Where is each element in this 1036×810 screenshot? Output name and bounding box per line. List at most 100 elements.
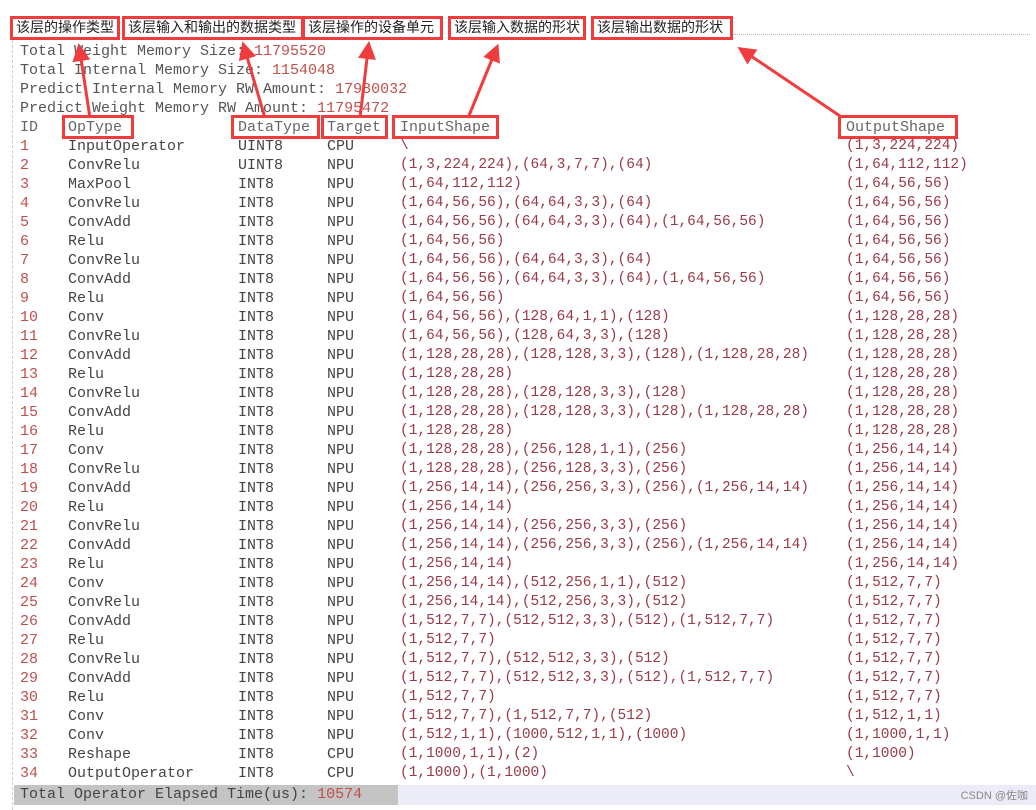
data-type: UINT8 bbox=[238, 138, 284, 155]
table-row: 31 Conv INT8 NPU (1,512,7,7),(1,512,7,7),(51… bbox=[0, 707, 1036, 726]
target: NPU bbox=[327, 461, 355, 478]
target: NPU bbox=[327, 366, 355, 383]
highlight-outputshape bbox=[838, 115, 958, 139]
data-type: INT8 bbox=[238, 480, 275, 497]
target: NPU bbox=[327, 670, 355, 687]
op-id: 18 bbox=[20, 461, 39, 478]
input-shape: (1,512,7,7),(512,512,3,3),(512),(1,512,7… bbox=[400, 670, 775, 686]
output-shape: (1,128,28,28) bbox=[846, 385, 960, 401]
op-id: 7 bbox=[20, 252, 30, 269]
table-row: 3 MaxPool INT8 NPU (1,64,112,112) (1,64,56,56… bbox=[0, 175, 1036, 194]
table-row: 4 ConvRelu INT8 NPU (1,64,56,56),(64,64,3,3)… bbox=[0, 194, 1036, 213]
input-shape: (1,512,7,7) bbox=[400, 689, 496, 705]
table-row: 25 ConvRelu INT8 NPU (1,256,14,14),(512,256,… bbox=[0, 593, 1036, 612]
input-shape: (1,256,14,14) bbox=[400, 556, 514, 572]
table-row: 2 ConvRelu UINT8 NPU (1,3,224,224),(64,3,7,7… bbox=[0, 156, 1036, 175]
op-type: Conv bbox=[68, 727, 105, 744]
op-type: ConvRelu bbox=[68, 252, 141, 269]
table-row: 7 ConvRelu INT8 NPU (1,64,56,56),(64,64,3,3)… bbox=[0, 251, 1036, 270]
data-type: INT8 bbox=[238, 765, 275, 782]
table-row: 16 Relu INT8 NPU (1,128,28,28) (1,128,28,28) bbox=[0, 422, 1036, 441]
output-shape: (1,256,14,14) bbox=[846, 499, 960, 515]
input-shape: (1,64,112,112) bbox=[400, 176, 522, 192]
output-shape: (1,128,28,28) bbox=[846, 404, 960, 420]
op-type: ConvRelu bbox=[68, 461, 141, 478]
op-id: 17 bbox=[20, 442, 39, 459]
op-id: 23 bbox=[20, 556, 39, 573]
output-shape: (1,256,14,14) bbox=[846, 518, 960, 534]
op-id: 26 bbox=[20, 613, 39, 630]
highlight-datatype bbox=[231, 115, 320, 139]
watermark: CSDN @佐咖 bbox=[960, 790, 1028, 802]
output-shape: (1,128,28,28) bbox=[846, 347, 960, 363]
data-type: INT8 bbox=[238, 632, 275, 649]
annotation-datatype: 该层输入和输出的数据类型 bbox=[122, 16, 304, 40]
input-shape: (1,128,28,28),(128,128,3,3),(128),(1,128… bbox=[400, 347, 809, 363]
op-id: 9 bbox=[20, 290, 30, 307]
data-type: INT8 bbox=[238, 366, 275, 383]
data-type: INT8 bbox=[238, 708, 275, 725]
target: NPU bbox=[327, 309, 355, 326]
op-id: 29 bbox=[20, 670, 39, 687]
table-row: 18 ConvRelu INT8 NPU (1,128,28,28),(256,128,… bbox=[0, 460, 1036, 479]
op-type: Relu bbox=[68, 423, 105, 440]
op-type: Relu bbox=[68, 689, 105, 706]
input-shape: (1,128,28,28) bbox=[400, 423, 514, 439]
output-shape: (1,64,56,56) bbox=[846, 214, 951, 230]
summary-weight-size: Total Weight Memory Size: 11795520 bbox=[20, 43, 327, 60]
data-type: INT8 bbox=[238, 404, 275, 421]
input-shape: (1,1000),(1,1000) bbox=[400, 765, 548, 781]
table-row: 26 ConvAdd INT8 NPU (1,512,7,7),(512,512,3,3… bbox=[0, 612, 1036, 631]
data-type: INT8 bbox=[238, 176, 275, 193]
output-shape: (1,512,7,7) bbox=[846, 632, 942, 648]
table-row: 30 Relu INT8 NPU (1,512,7,7) (1,512,7,7) bbox=[0, 688, 1036, 707]
op-type: ConvRelu bbox=[68, 328, 141, 345]
output-shape: (1,64,112,112) bbox=[846, 157, 968, 173]
output-shape: (1,64,56,56) bbox=[846, 233, 951, 249]
input-shape: (1,512,7,7),(512,512,3,3),(512) bbox=[400, 651, 670, 667]
data-type: INT8 bbox=[238, 271, 275, 288]
output-shape: (1,1000,1,1) bbox=[846, 727, 951, 743]
input-shape: (1,256,14,14) bbox=[400, 499, 514, 515]
table-row: 21 ConvRelu INT8 NPU (1,256,14,14),(256,256,… bbox=[0, 517, 1036, 536]
target: NPU bbox=[327, 385, 355, 402]
op-type: ConvRelu bbox=[68, 518, 141, 535]
target: NPU bbox=[327, 537, 355, 554]
target: NPU bbox=[327, 157, 355, 174]
data-type: INT8 bbox=[238, 670, 275, 687]
input-shape: (1,64,56,56) bbox=[400, 290, 505, 306]
table-row: 33 Reshape INT8 CPU (1,1000,1,1),(2) (1,1000) bbox=[0, 745, 1036, 764]
table-row: 20 Relu INT8 NPU (1,256,14,14) (1,256,14,14) bbox=[0, 498, 1036, 517]
input-shape: (1,64,56,56) bbox=[400, 233, 505, 249]
target: NPU bbox=[327, 518, 355, 535]
total-elapsed-bar: Total Operator Elapsed Time(us): 10574 C… bbox=[14, 785, 1036, 805]
target: NPU bbox=[327, 271, 355, 288]
annotation-outputshape: 该层输出数据的形状 bbox=[591, 16, 733, 40]
target: NPU bbox=[327, 404, 355, 421]
target: CPU bbox=[327, 746, 355, 763]
input-shape: \ bbox=[400, 138, 409, 154]
output-shape: (1,3,224,224) bbox=[846, 138, 960, 154]
target: CPU bbox=[327, 138, 355, 155]
input-shape: (1,128,28,28),(256,128,3,3),(256) bbox=[400, 461, 688, 477]
target: NPU bbox=[327, 613, 355, 630]
op-id: 19 bbox=[20, 480, 39, 497]
data-type: UINT8 bbox=[238, 157, 284, 174]
op-type: ConvAdd bbox=[68, 537, 132, 554]
data-type: INT8 bbox=[238, 442, 275, 459]
highlight-optype bbox=[62, 115, 134, 139]
op-id: 34 bbox=[20, 765, 39, 782]
data-type: INT8 bbox=[238, 746, 275, 763]
input-shape: (1,64,56,56),(64,64,3,3),(64),(1,64,56,5… bbox=[400, 271, 766, 287]
output-shape: (1,128,28,28) bbox=[846, 423, 960, 439]
op-id: 32 bbox=[20, 727, 39, 744]
table-row: 29 ConvAdd INT8 NPU (1,512,7,7),(512,512,3,3… bbox=[0, 669, 1036, 688]
table-row: 23 Relu INT8 NPU (1,256,14,14) (1,256,14,14) bbox=[0, 555, 1036, 574]
target: NPU bbox=[327, 176, 355, 193]
output-shape: (1,512,7,7) bbox=[846, 613, 942, 629]
op-id: 10 bbox=[20, 309, 39, 326]
data-type: INT8 bbox=[238, 195, 275, 212]
output-shape: \ bbox=[846, 765, 855, 781]
table-row: 28 ConvRelu INT8 NPU (1,512,7,7),(512,512,3,… bbox=[0, 650, 1036, 669]
output-shape: (1,128,28,28) bbox=[846, 366, 960, 382]
